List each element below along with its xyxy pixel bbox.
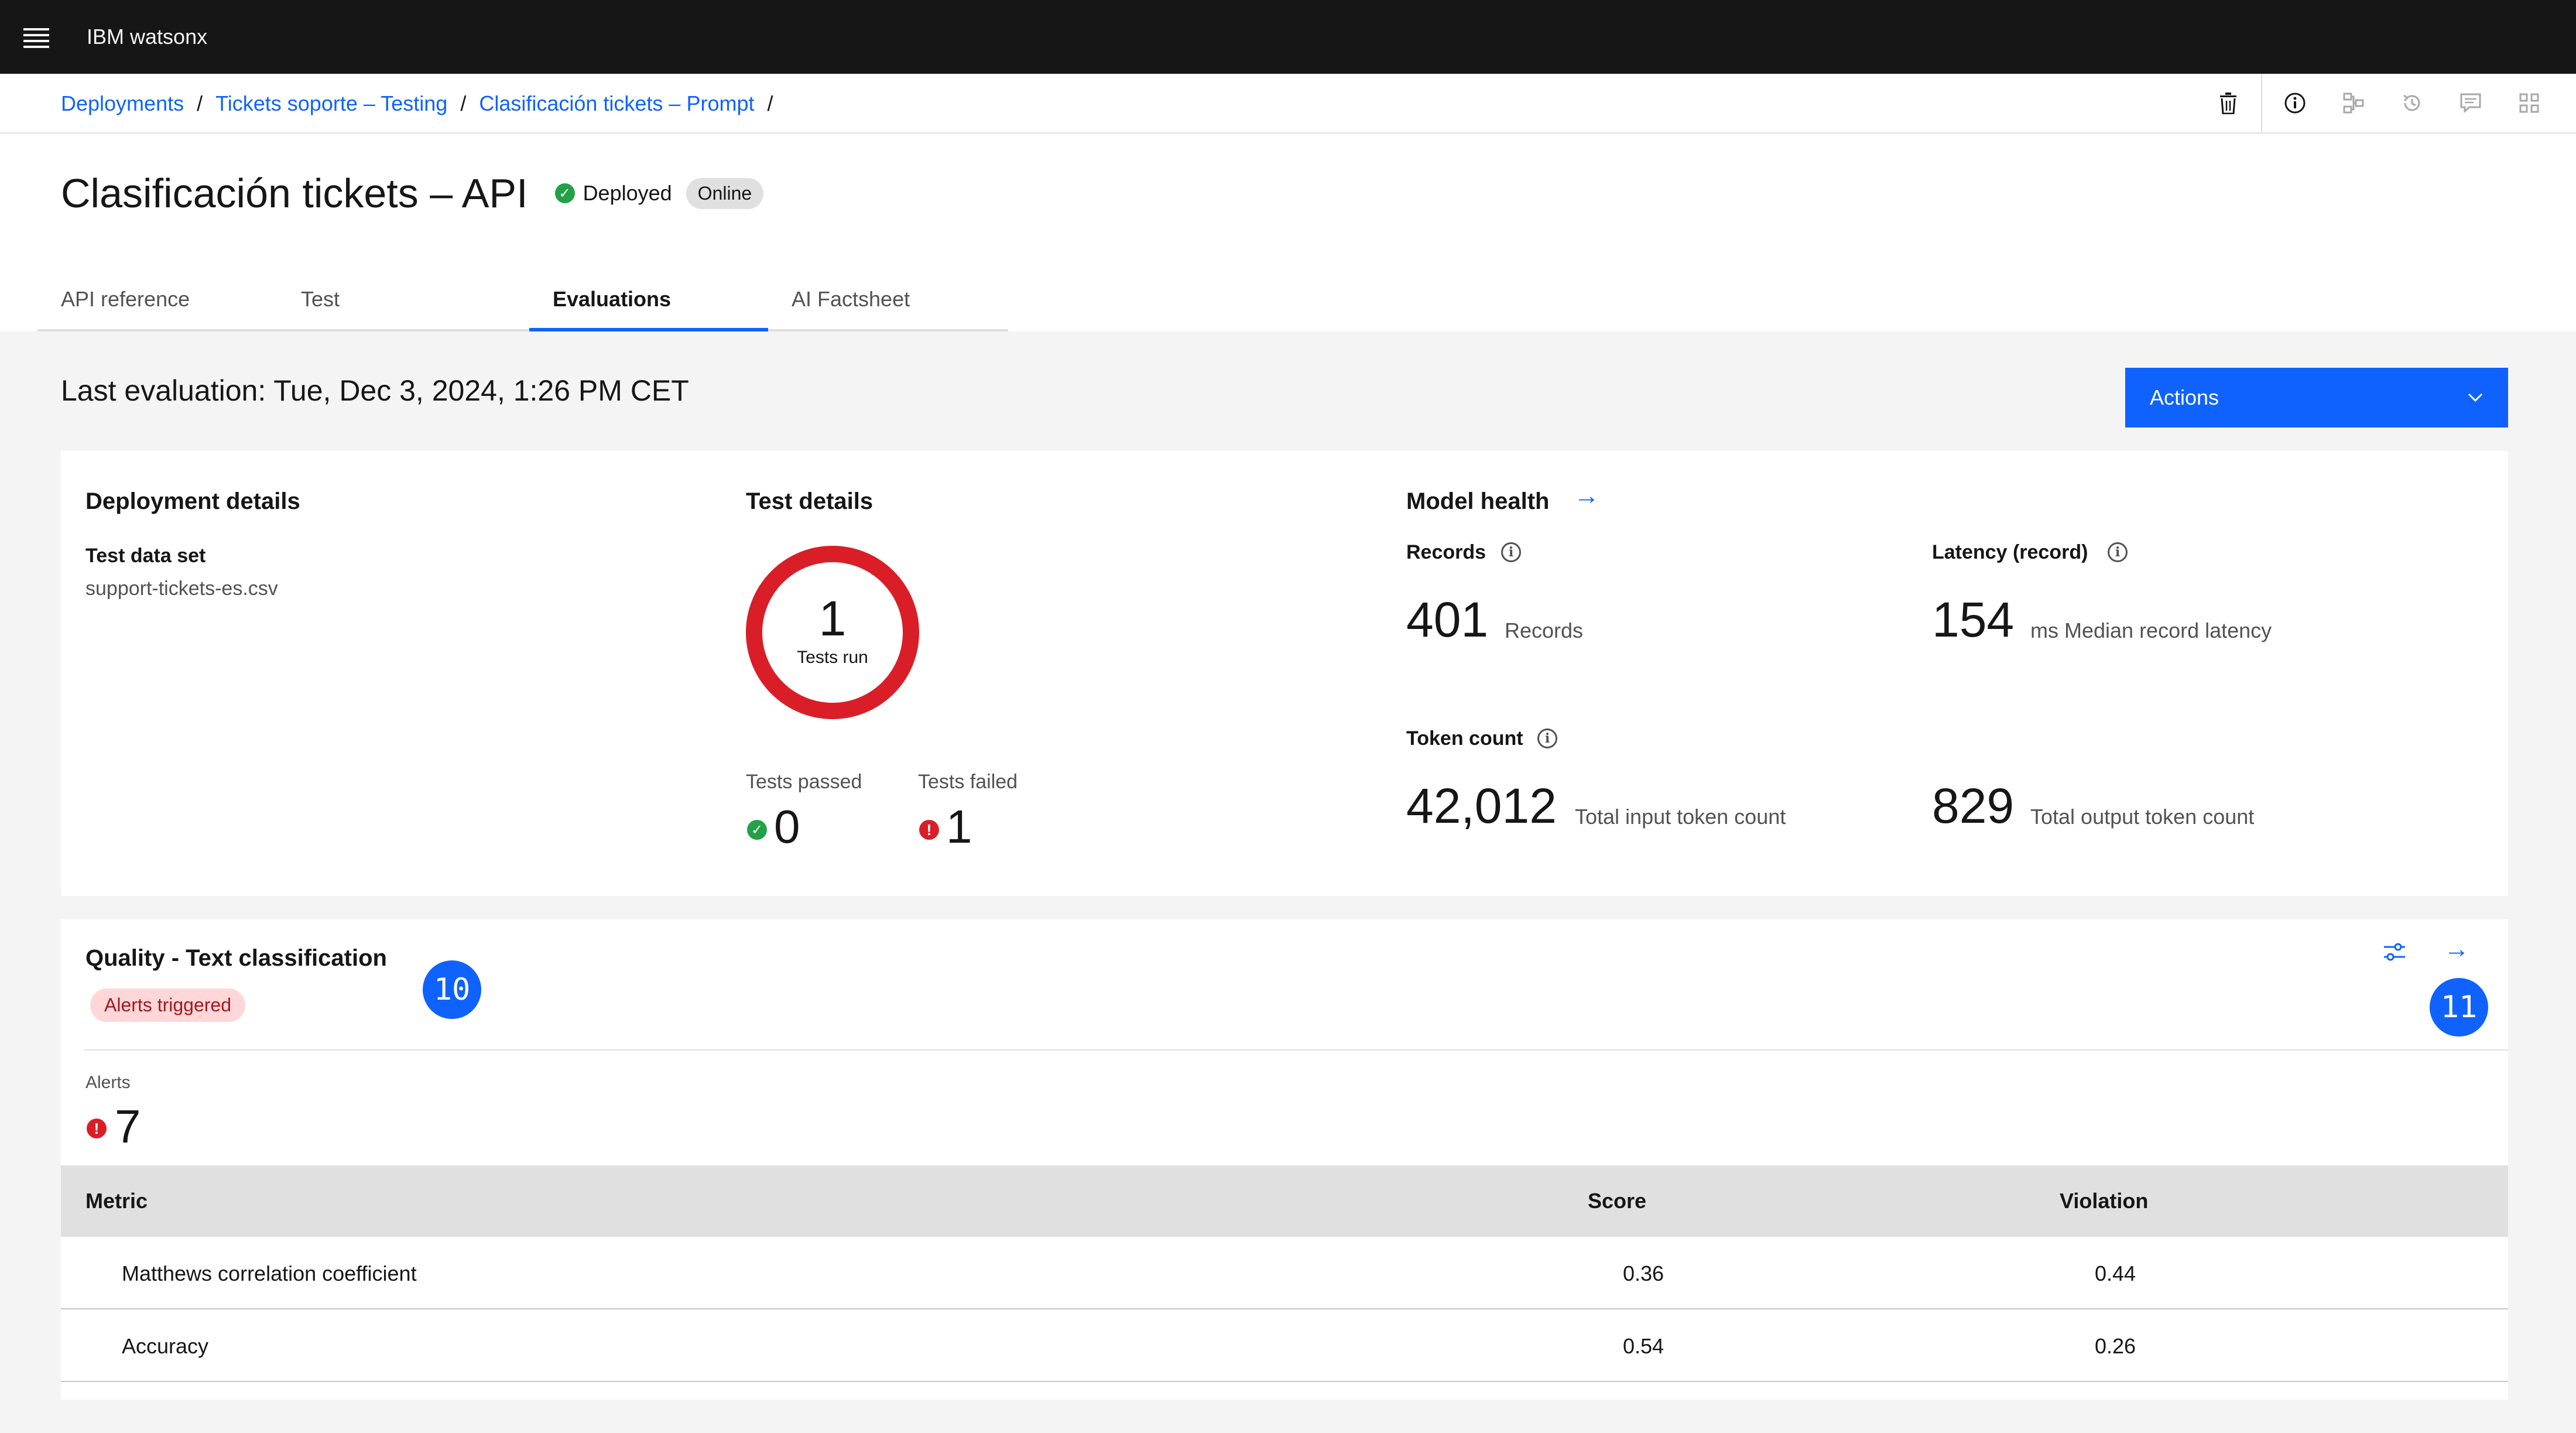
- breadcrumb-separator: /: [767, 91, 773, 115]
- tab-ai-factsheet[interactable]: AI Factsheet: [768, 281, 1008, 331]
- comment-icon[interactable]: [2441, 74, 2500, 132]
- tests-passed-value: 0: [774, 801, 800, 853]
- info-icon[interactable]: i: [1537, 729, 1557, 748]
- status-label: Deployed: [583, 181, 672, 205]
- tab-api-reference[interactable]: API reference: [37, 281, 278, 331]
- apps-icon[interactable]: [2500, 74, 2558, 132]
- quality-card: Quality - Text classification Alerts tri…: [61, 919, 2508, 1400]
- tests-run-value: 1: [818, 591, 847, 646]
- status-badge: Online: [686, 177, 764, 209]
- callout-badge: 10: [423, 960, 481, 1019]
- tests-donut: 1 Tests run: [745, 545, 920, 720]
- tests-passed-label: Tests passed: [746, 771, 862, 793]
- success-icon: ✓: [747, 820, 767, 840]
- metric-score: 0.36: [1623, 1261, 1664, 1285]
- records-value: 401: [1406, 592, 1489, 647]
- quality-title: Quality - Text classification: [85, 945, 387, 971]
- breadcrumb-deployments[interactable]: Deployments: [61, 91, 184, 116]
- input-tokens-value: 42,012: [1406, 778, 1557, 833]
- token-count-label: Token count: [1406, 727, 1523, 750]
- output-tokens-unit: Total output token count: [2030, 805, 2255, 829]
- alerts-label: Alerts: [85, 1073, 131, 1092]
- title-row: Clasificación tickets – API ✓ Deployed O…: [61, 170, 764, 217]
- table-row: Matthews correlation coefficient 0.36 0.…: [61, 1237, 2508, 1309]
- breadcrumb-project[interactable]: Tickets soporte – Testing: [215, 91, 447, 116]
- actions-label: Actions: [2150, 385, 2219, 409]
- records-unit: Records: [1505, 618, 1584, 642]
- metric-score: 0.54: [1623, 1334, 1664, 1358]
- column-header-metric[interactable]: Metric: [85, 1189, 148, 1213]
- chevron-down-icon: [2467, 385, 2483, 408]
- info-icon[interactable]: i: [1501, 542, 1521, 562]
- metric-violation: 0.44: [2095, 1261, 2136, 1285]
- info-icon[interactable]: i: [2108, 542, 2128, 562]
- brand-name[interactable]: IBM watsonx: [87, 25, 207, 49]
- checkmark-icon: ✓: [554, 183, 575, 203]
- column-header-violation[interactable]: Violation: [2060, 1189, 2148, 1213]
- tests-failed-value: 1: [946, 801, 972, 853]
- tab-bar: API reference Test Evaluations AI Factsh…: [37, 281, 1008, 331]
- alerts-value: 7: [115, 1100, 141, 1152]
- input-tokens-unit: Total input token count: [1575, 805, 1786, 829]
- trash-icon[interactable]: [2199, 74, 2258, 132]
- table-row: Accuracy 0.54 0.26: [61, 1309, 2508, 1382]
- settings-adjust-icon[interactable]: [2383, 942, 2406, 969]
- actions-button[interactable]: Actions: [2125, 368, 2508, 427]
- latency-label: Latency (record): [1932, 541, 2088, 563]
- metric-violation: 0.26: [2095, 1334, 2136, 1358]
- toolbar: [2199, 74, 2558, 132]
- breadcrumb-prompt[interactable]: Clasificación tickets – Prompt: [479, 91, 754, 116]
- divider: [84, 1049, 2508, 1051]
- metric-name: Accuracy: [122, 1334, 209, 1358]
- model-health-title: Model health: [1406, 488, 1550, 514]
- metrics-table: Metric Score Violation Matthews correlat…: [61, 1165, 2508, 1382]
- quality-arrow-icon[interactable]: →: [2444, 935, 2469, 964]
- tests-run-label: Tests run: [797, 648, 868, 667]
- tab-test[interactable]: Test: [278, 281, 529, 331]
- last-evaluation: Last evaluation: Tue, Dec 3, 2024, 1:26 …: [61, 374, 689, 407]
- error-icon: !: [919, 820, 939, 840]
- tab-evaluations[interactable]: Evaluations: [529, 281, 768, 331]
- deployment-details-title: Deployment details: [85, 488, 300, 514]
- breadcrumb-bar: Deployments / Tickets soporte – Testing …: [0, 74, 2576, 134]
- menu-icon[interactable]: [23, 28, 49, 48]
- breadcrumb-separator: /: [460, 91, 467, 115]
- output-tokens-value: 829: [1932, 778, 2015, 833]
- column-header-score[interactable]: Score: [1588, 1189, 1646, 1213]
- breadcrumb-separator: /: [197, 91, 203, 115]
- history-icon[interactable]: [2383, 74, 2441, 132]
- page-title: Clasificación tickets – API: [61, 170, 528, 216]
- deployment-status: ✓ Deployed Online: [554, 177, 764, 209]
- table-header: Metric Score Violation: [61, 1165, 2508, 1237]
- model-health-arrow-icon[interactable]: →: [1574, 481, 1599, 511]
- top-header-bar: IBM watsonx: [0, 0, 2576, 74]
- latency-value: 154: [1932, 592, 2015, 647]
- toolbar-divider: [2261, 74, 2262, 132]
- lineage-icon[interactable]: [2324, 74, 2383, 132]
- evaluations-content: Last evaluation: Tue, Dec 3, 2024, 1:26 …: [0, 331, 2576, 1433]
- summary-card: Deployment details Test data set support…: [61, 451, 2508, 896]
- metric-name: Matthews correlation coefficient: [122, 1261, 417, 1285]
- tests-failed-label: Tests failed: [918, 771, 1018, 793]
- breadcrumb: Deployments / Tickets soporte – Testing …: [61, 91, 773, 116]
- info-icon[interactable]: [2266, 74, 2324, 132]
- alerts-triggered-tag: Alerts triggered: [90, 989, 245, 1022]
- latency-unit: ms Median record latency: [2030, 618, 2272, 642]
- test-dataset-value: support-tickets-es.csv: [85, 577, 278, 600]
- test-details-title: Test details: [746, 488, 873, 514]
- error-icon: !: [87, 1119, 107, 1138]
- test-dataset-label: Test data set: [85, 545, 206, 567]
- records-label: Records: [1406, 541, 1486, 563]
- callout-badge: 11: [2430, 978, 2488, 1037]
